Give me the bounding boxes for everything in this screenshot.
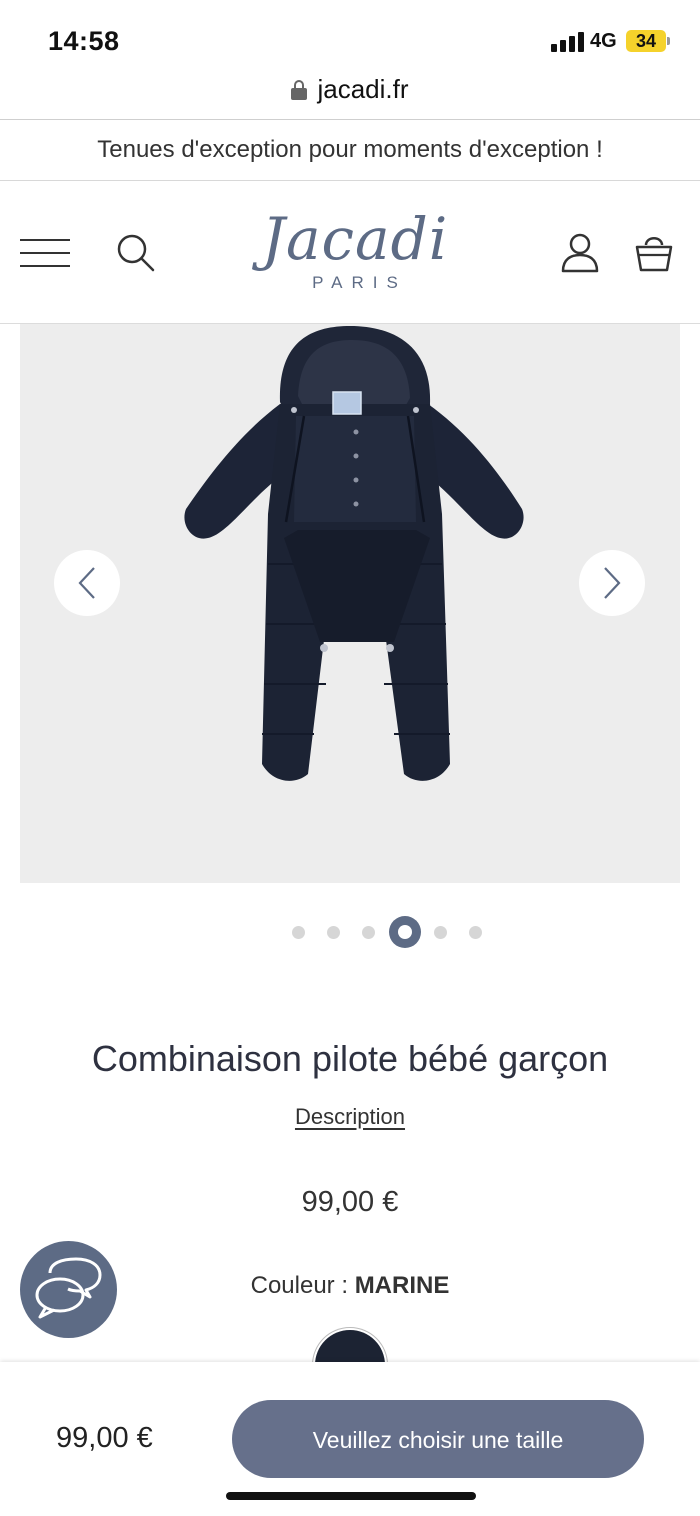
color-value: MARINE [354, 1272, 450, 1299]
search-icon[interactable] [116, 233, 156, 273]
jacadi-logo[interactable]: Jacadi PARIS [250, 209, 460, 299]
product-photo-snowsuit [184, 326, 524, 781]
logo-subtitle: PARIS [312, 273, 407, 292]
carousel-pagination [0, 916, 700, 948]
description-link[interactable]: Description [0, 1104, 700, 1130]
description-link-label[interactable]: Description [295, 1104, 405, 1129]
lock-icon [291, 79, 308, 100]
carousel-dot-5[interactable] [434, 926, 447, 939]
status-bar: 14:58 4G 34 [0, 0, 700, 70]
carousel-dot-3[interactable] [362, 926, 375, 939]
hamburger-menu-icon[interactable] [20, 237, 70, 269]
url-text: jacadi.fr [317, 74, 409, 104]
carousel-dot-6[interactable] [469, 926, 482, 939]
choose-size-button[interactable]: Veuillez choisir une taille [232, 1400, 644, 1478]
product-price: 99,00 € [301, 1186, 399, 1218]
product-title: Combinaison pilote bébé garçon [91, 1038, 609, 1079]
home-indicator[interactable] [226, 1492, 476, 1500]
status-time: 14:58 [48, 26, 120, 56]
carousel-dot-4-active[interactable] [389, 916, 421, 948]
chevron-left-icon [78, 567, 95, 599]
chat-button[interactable] [20, 1241, 117, 1338]
sticky-price: 99,00 € [56, 1422, 153, 1454]
promo-banner: Tenues d'exception pour moments d'except… [97, 136, 603, 163]
logo-wordmark: Jacadi [261, 205, 449, 273]
carousel-dot-2[interactable] [327, 926, 340, 939]
site-header: Jacadi PARIS [0, 181, 700, 323]
sticky-purchase-bar: 99,00 € Veuillez choisir une taille [0, 1362, 700, 1516]
color-label: Couleur : [250, 1272, 355, 1299]
account-icon[interactable] [560, 233, 600, 273]
carousel-dot-1[interactable] [292, 926, 305, 939]
carousel-next-button[interactable] [579, 550, 645, 616]
battery-icon: 34 [626, 30, 666, 52]
chevron-right-icon [604, 567, 621, 599]
network-type: 4G [590, 30, 617, 52]
battery-tip [667, 37, 670, 45]
chat-bubbles-icon [35, 1257, 102, 1319]
shopping-bag-icon[interactable] [634, 231, 674, 273]
carousel-prev-button[interactable] [54, 550, 120, 616]
url-bar[interactable]: jacadi.fr [0, 70, 700, 118]
product-image-carousel[interactable] [20, 324, 680, 883]
signal-icon [551, 32, 585, 52]
